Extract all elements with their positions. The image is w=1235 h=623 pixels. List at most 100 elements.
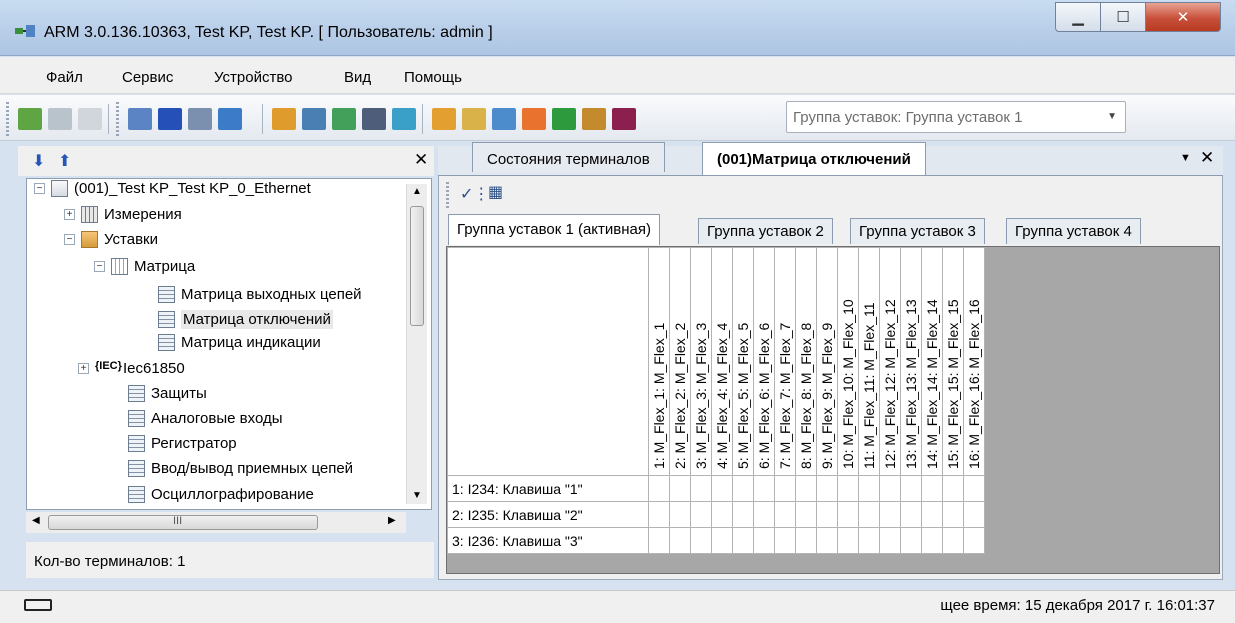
network-icon[interactable] xyxy=(188,108,212,130)
matrix-cell[interactable] xyxy=(963,501,985,528)
matrix-cell[interactable] xyxy=(900,475,922,502)
collapse-icon[interactable]: − xyxy=(94,261,105,272)
matrix-cell[interactable] xyxy=(858,501,880,528)
matrix-column-header[interactable]: 3: M_Flex_3: M_Flex_3 xyxy=(690,247,712,476)
matrix-cell[interactable] xyxy=(753,527,775,554)
tree-item-trip-matrix[interactable]: Матрица отключений xyxy=(158,310,333,329)
matrix-column-header[interactable]: 4: M_Flex_4: M_Flex_4 xyxy=(711,247,733,476)
tree-icon[interactable] xyxy=(332,108,356,130)
matrix-column-header[interactable]: 15: M_Flex_15: M_Flex_15 xyxy=(942,247,964,476)
tab-settings-group-3[interactable]: Группа уставок 3 xyxy=(850,218,985,244)
menu-view[interactable]: Вид xyxy=(344,69,371,86)
matrix-cell[interactable] xyxy=(942,475,964,502)
tree-item-io-circuits[interactable]: Ввод/вывод приемных цепей xyxy=(128,460,353,477)
matrix-cell[interactable] xyxy=(837,501,859,528)
list-icon[interactable] xyxy=(128,108,152,130)
matrix-cell[interactable] xyxy=(900,527,922,554)
matrix-column-header[interactable]: 7: M_Flex_7: M_Flex_7 xyxy=(774,247,796,476)
matrix-cell[interactable] xyxy=(774,501,796,528)
matrix-cell[interactable] xyxy=(921,501,943,528)
tree-horizontal-scroll-thumb[interactable]: III xyxy=(48,515,318,530)
matrix-cell[interactable] xyxy=(879,475,901,502)
matrix-cell[interactable] xyxy=(669,475,691,502)
tree-item-iec61850[interactable]: + {IEC} Iec61850 xyxy=(78,360,185,377)
edit-icon[interactable] xyxy=(462,108,486,130)
tab-settings-group-4[interactable]: Группа уставок 4 xyxy=(1006,218,1141,244)
matrix-cell[interactable] xyxy=(816,475,838,502)
matrix-cell[interactable] xyxy=(816,527,838,554)
mail-icon[interactable] xyxy=(432,108,456,130)
menu-device[interactable]: Устройство xyxy=(214,69,292,86)
matrix-column-header[interactable]: 11: M_Flex_11: M_Flex_11 xyxy=(858,247,880,476)
matrix-cell[interactable] xyxy=(690,527,712,554)
tree-item-measurements[interactable]: + Измерения xyxy=(64,206,182,223)
package-icon[interactable] xyxy=(582,108,606,130)
scroll-left-icon[interactable]: ◀ xyxy=(32,515,40,526)
matrix-cell[interactable] xyxy=(879,527,901,554)
matrix-cell[interactable] xyxy=(648,501,670,528)
matrix-cell[interactable] xyxy=(753,475,775,502)
matrix-cell[interactable] xyxy=(837,527,859,554)
scroll-right-icon[interactable]: ▶ xyxy=(388,515,396,526)
matrix-column-header[interactable]: 13: M_Flex_13: M_Flex_13 xyxy=(900,247,922,476)
tab-list-chevron-icon[interactable]: ▼ xyxy=(1180,152,1191,164)
monitor-icon[interactable] xyxy=(158,108,182,130)
expand-icon[interactable]: + xyxy=(78,363,89,374)
save-icon[interactable] xyxy=(492,108,516,130)
settings-group-select[interactable]: Группа уставок: Группа уставок 1 ▼ xyxy=(786,101,1126,133)
matrix-cell[interactable] xyxy=(690,475,712,502)
rss-icon[interactable] xyxy=(522,108,546,130)
tab-settings-group-1[interactable]: Группа уставок 1 (активная) xyxy=(448,214,660,245)
matrix-cell[interactable] xyxy=(942,527,964,554)
matrix-row-header[interactable]: 3: I236: Клавиша "3" xyxy=(447,527,649,554)
tab-settings-group-2[interactable]: Группа уставок 2 xyxy=(698,218,833,244)
check-all-icon[interactable]: ✓⋮ xyxy=(460,184,489,204)
matrix-cell[interactable] xyxy=(648,527,670,554)
flag-icon[interactable] xyxy=(612,108,636,130)
matrix-column-header[interactable]: 2: M_Flex_2: M_Flex_2 xyxy=(669,247,691,476)
tree-item-settings[interactable]: − Уставки xyxy=(64,231,158,248)
connect-icon[interactable] xyxy=(18,108,42,130)
matrix-cell[interactable] xyxy=(942,501,964,528)
export-icon[interactable] xyxy=(218,108,242,130)
toolbar-grip[interactable] xyxy=(116,102,119,136)
disconnect-icon[interactable] xyxy=(48,108,72,130)
menu-help[interactable]: Помощь xyxy=(404,69,462,86)
matrix-cell[interactable] xyxy=(858,527,880,554)
matrix-cell[interactable] xyxy=(837,475,859,502)
matrix-cell[interactable] xyxy=(858,475,880,502)
matrix-column-header[interactable]: 8: M_Flex_8: M_Flex_8 xyxy=(795,247,817,476)
matrix-cell[interactable] xyxy=(795,501,817,528)
tree-vertical-scroll-thumb[interactable] xyxy=(410,206,424,326)
close-pane-icon[interactable]: ✕ xyxy=(414,150,428,170)
matrix-column-header[interactable]: 6: M_Flex_6: M_Flex_6 xyxy=(753,247,775,476)
matrix-cell[interactable] xyxy=(711,475,733,502)
matrix-row-header[interactable]: 1: I234: Клавиша "1" xyxy=(447,475,649,502)
tab-terminal-states[interactable]: Состояния терминалов xyxy=(472,142,665,172)
matrix-column-header[interactable]: 1: M_Flex_1: M_Flex_1 xyxy=(648,247,670,476)
matrix-column-header[interactable]: 10: M_Flex_10: M_Flex_10 xyxy=(837,247,859,476)
matrix-cell[interactable] xyxy=(648,475,670,502)
tree-item-analog-inputs[interactable]: Аналоговые входы xyxy=(128,410,282,427)
matrix-cell[interactable] xyxy=(732,501,754,528)
matrix-column-header[interactable]: 14: M_Flex_14: M_Flex_14 xyxy=(921,247,943,476)
properties-icon[interactable] xyxy=(78,108,102,130)
close-button[interactable]: ✕ xyxy=(1145,2,1221,32)
matrix-cell[interactable] xyxy=(669,501,691,528)
tree-item-protections[interactable]: Защиты xyxy=(128,385,207,402)
refresh-icon[interactable] xyxy=(392,108,416,130)
maximize-button[interactable]: ☐ xyxy=(1100,2,1146,32)
matrix-cell[interactable] xyxy=(816,501,838,528)
matrix-cell[interactable] xyxy=(774,527,796,554)
matrix-cell[interactable] xyxy=(921,527,943,554)
matrix-cell[interactable] xyxy=(921,475,943,502)
collapse-icon[interactable]: − xyxy=(64,234,75,245)
arrow-up-icon[interactable]: ⬆ xyxy=(58,151,71,171)
scroll-up-icon[interactable]: ▲ xyxy=(412,186,422,197)
matrix-column-header[interactable]: 12: M_Flex_12: M_Flex_12 xyxy=(879,247,901,476)
table-icon[interactable] xyxy=(302,108,326,130)
toolbar-grip[interactable] xyxy=(446,182,449,208)
matrix-cell[interactable] xyxy=(711,501,733,528)
grid-settings-icon[interactable]: ▦ xyxy=(488,182,503,202)
close-tab-icon[interactable]: ✕ xyxy=(1200,148,1214,168)
